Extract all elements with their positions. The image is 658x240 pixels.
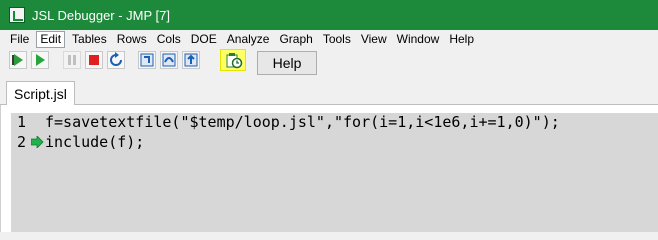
stop-icon [89, 55, 99, 65]
menu-edit[interactable]: Edit [36, 31, 66, 48]
help-button[interactable]: Help [257, 51, 317, 75]
pause-button[interactable] [63, 51, 81, 69]
tab-script-jsl[interactable]: Script.jsl [6, 81, 75, 106]
step-run-icon [12, 54, 23, 66]
menu-bar: File Edit Tables Rows Cols DOE Analyze G… [0, 30, 658, 49]
code-line[interactable]: 2 include(f); [11, 132, 658, 152]
step-over-button[interactable] [160, 51, 178, 69]
stop-button[interactable] [85, 51, 103, 69]
code-text[interactable]: include(f); [45, 132, 144, 152]
step-run-button[interactable] [9, 51, 27, 69]
step-out-icon [184, 53, 198, 67]
menu-rows[interactable]: Rows [114, 31, 150, 48]
title-bar: JSL Debugger - JMP [7] [0, 0, 658, 30]
step-into-button[interactable] [138, 51, 156, 69]
menu-view[interactable]: View [358, 31, 390, 48]
menu-tools[interactable]: Tools [320, 31, 354, 48]
step-over-icon [162, 53, 176, 67]
tab-strip: Script.jsl [0, 77, 658, 106]
step-out-button[interactable] [182, 51, 200, 69]
restart-button[interactable] [107, 51, 125, 69]
run-icon [36, 54, 45, 66]
line-number: 1 [17, 113, 27, 131]
menu-help[interactable]: Help [446, 31, 477, 48]
step-into-icon [140, 53, 154, 67]
pause-icon [68, 55, 76, 65]
menu-graph[interactable]: Graph [276, 31, 315, 48]
menu-window[interactable]: Window [394, 31, 443, 48]
menu-doe[interactable]: DOE [188, 31, 220, 48]
window-title: JSL Debugger - JMP [7] [32, 7, 171, 23]
profiler-clock-icon [226, 53, 243, 69]
menu-tables[interactable]: Tables [69, 31, 110, 48]
app-icon [9, 7, 25, 23]
script-editor[interactable]: 1 f=savetextfile("$temp/loop.jsl","for(i… [0, 105, 658, 232]
code-text[interactable]: f=savetextfile("$temp/loop.jsl","for(i=1… [45, 112, 560, 132]
toolbar: Help [0, 49, 658, 77]
run-button[interactable] [31, 51, 49, 69]
menu-file[interactable]: File [7, 31, 32, 48]
profiler-button[interactable] [220, 49, 246, 71]
line-number: 2 [17, 133, 27, 151]
code-line[interactable]: 1 f=savetextfile("$temp/loop.jsl","for(i… [11, 112, 658, 132]
refresh-icon [110, 52, 122, 66]
menu-cols[interactable]: Cols [154, 31, 184, 48]
current-line-arrow-icon [31, 136, 44, 148]
menu-analyze[interactable]: Analyze [224, 31, 273, 48]
